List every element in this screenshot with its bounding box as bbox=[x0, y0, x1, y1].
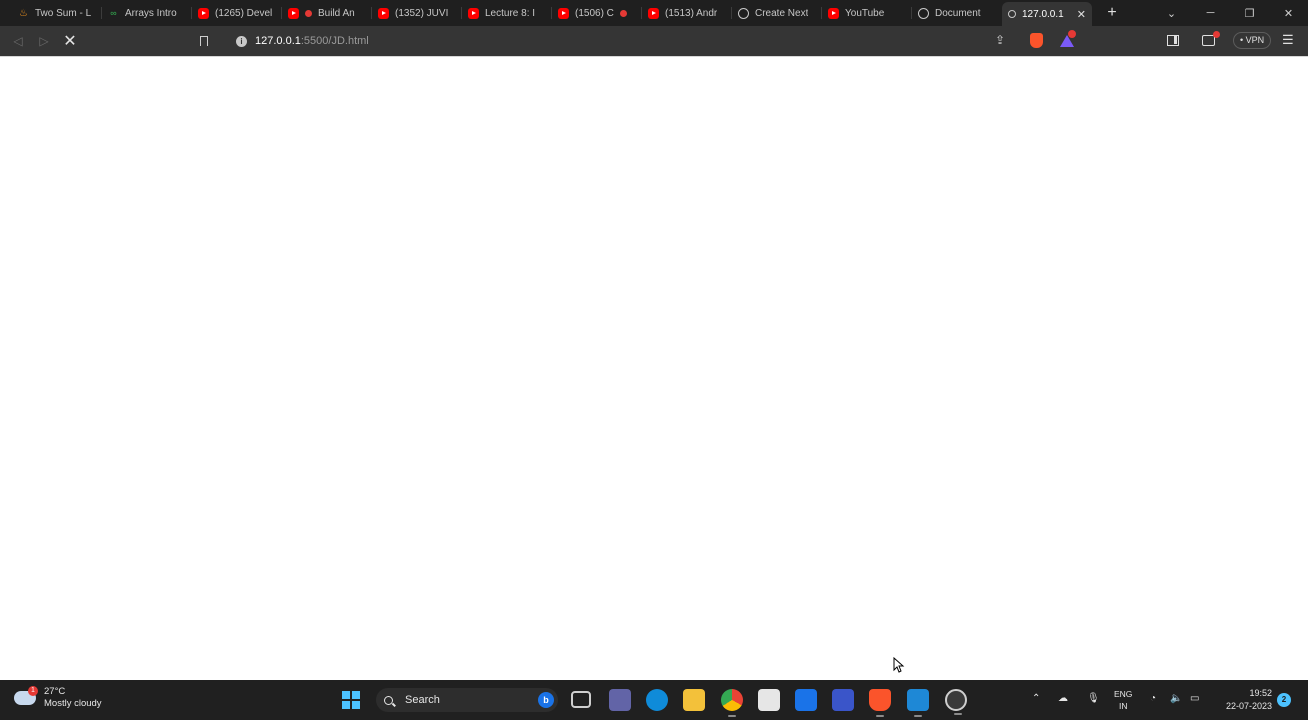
microphone-icon[interactable]: 🎙 bbox=[1087, 693, 1100, 704]
tab-title: Build An bbox=[318, 7, 355, 19]
tab-title: (1506) C bbox=[575, 7, 614, 19]
tab-youtube-1506[interactable]: (1506) C bbox=[552, 2, 642, 24]
clock[interactable]: 19:52 22-07-2023 bbox=[1216, 687, 1272, 713]
stop-loading-button[interactable]: ✕ bbox=[57, 28, 83, 54]
globe-icon bbox=[738, 7, 749, 19]
bing-icon[interactable]: b bbox=[538, 692, 554, 708]
tab-youtube-1265[interactable]: (1265) Devel bbox=[192, 2, 282, 24]
bookmark-button[interactable] bbox=[191, 28, 217, 54]
onedrive-icon[interactable]: ☁ bbox=[1058, 693, 1068, 704]
back-button[interactable]: ◁ bbox=[5, 28, 31, 54]
chrome-icon[interactable] bbox=[721, 689, 743, 717]
youtube-icon bbox=[198, 7, 209, 19]
notepad-icon[interactable] bbox=[832, 689, 854, 711]
vscode-icon[interactable] bbox=[907, 689, 929, 717]
weather-desc: Mostly cloudy bbox=[44, 698, 102, 709]
wallet-badge bbox=[1213, 31, 1220, 38]
search-label: Search bbox=[405, 694, 440, 706]
language-indicator[interactable]: ENG IN bbox=[1114, 688, 1132, 712]
weather-text: 27°C Mostly cloudy bbox=[44, 686, 102, 710]
tab-title: (1352) JUVI bbox=[395, 7, 449, 19]
weather-badge: 1 bbox=[28, 686, 38, 696]
minimize-button[interactable]: ─ bbox=[1191, 7, 1230, 19]
taskbar: 27°C Mostly cloudy 1 Search b ⌃ ☁ 🎙 ENG … bbox=[0, 680, 1308, 720]
sidebar-toggle-icon[interactable] bbox=[1167, 35, 1179, 46]
tab-two-sum[interactable]: ♨ Two Sum - L bbox=[12, 2, 102, 24]
tab-strip: ♨ Two Sum - L ∞ Arrays Intro (1265) Deve… bbox=[0, 0, 1308, 26]
tab-youtube-build[interactable]: Build An bbox=[282, 2, 372, 24]
close-window-button[interactable]: ✕ bbox=[1269, 7, 1308, 20]
teams-chat-icon[interactable] bbox=[609, 689, 631, 711]
tab-title: Document bbox=[935, 7, 981, 19]
globe-icon bbox=[918, 7, 929, 19]
lang-line1: ENG bbox=[1114, 689, 1133, 699]
mail-icon[interactable] bbox=[795, 689, 817, 711]
notification-badge[interactable]: 2 bbox=[1277, 693, 1291, 707]
forward-button[interactable]: ▷ bbox=[31, 28, 57, 54]
bookmark-icon bbox=[200, 36, 208, 46]
youtube-icon bbox=[288, 7, 299, 19]
tab-title: 127.0.0.1 bbox=[1022, 8, 1064, 20]
restore-button[interactable]: ❐ bbox=[1230, 7, 1269, 20]
clock-date: 22-07-2023 bbox=[1225, 701, 1272, 711]
lang-line2: IN bbox=[1118, 701, 1128, 711]
url-host: 127.0.0.1 bbox=[255, 35, 301, 47]
recording-icon bbox=[305, 9, 312, 17]
file-explorer-icon[interactable] bbox=[683, 689, 705, 711]
recording-icon bbox=[619, 9, 627, 17]
tab-title: (1265) Devel bbox=[215, 7, 273, 19]
tab-title: (1513) Andr bbox=[665, 7, 718, 19]
tab-document[interactable]: Document bbox=[912, 2, 1002, 24]
url-path: :5500/JD.html bbox=[300, 35, 369, 47]
vpn-label: VPN bbox=[1245, 35, 1265, 45]
battery-icon[interactable]: ▭ bbox=[1190, 693, 1199, 704]
menu-icon[interactable]: ☰ bbox=[1282, 32, 1294, 48]
tab-title: Lecture 8: I bbox=[485, 7, 536, 19]
task-view-icon[interactable] bbox=[571, 691, 591, 708]
microsoft-store-icon[interactable] bbox=[758, 689, 780, 711]
tab-search-chevron-icon[interactable]: ⌄ bbox=[1152, 7, 1191, 20]
weather-temp: 27°C bbox=[44, 686, 66, 697]
tab-youtube-lecture[interactable]: Lecture 8: I bbox=[462, 2, 552, 24]
brave-browser-icon[interactable] bbox=[869, 689, 891, 717]
close-tab-icon[interactable]: ✕ bbox=[1077, 8, 1086, 21]
volume-icon[interactable]: 🔈 bbox=[1170, 693, 1182, 704]
search-icon bbox=[384, 695, 393, 705]
rewards-badge bbox=[1068, 30, 1076, 38]
tab-localhost-active[interactable]: 127.0.0.1 ✕ bbox=[1002, 2, 1092, 26]
brave-shields-icon[interactable] bbox=[1030, 33, 1043, 48]
tab-arrays-intro[interactable]: ∞ Arrays Intro bbox=[102, 2, 192, 24]
youtube-icon bbox=[648, 7, 659, 19]
site-info-icon[interactable]: i bbox=[236, 35, 247, 47]
edge-icon[interactable] bbox=[646, 689, 668, 711]
address-bar[interactable]: i 127.0.0.1 :5500/JD.html bbox=[230, 29, 1052, 53]
youtube-icon bbox=[828, 7, 839, 19]
window-controls: ⌄ ─ ❐ ✕ bbox=[1152, 0, 1308, 26]
obs-icon[interactable] bbox=[945, 689, 967, 715]
youtube-icon bbox=[468, 7, 479, 19]
tab-youtube-1513[interactable]: (1513) Andr bbox=[642, 2, 732, 24]
tab-title: Create Next bbox=[755, 7, 809, 19]
globe-icon bbox=[1008, 10, 1016, 18]
new-tab-button[interactable]: + bbox=[1100, 4, 1124, 22]
vpn-button[interactable]: • VPN bbox=[1233, 32, 1272, 49]
windows-start-icon[interactable] bbox=[342, 691, 360, 709]
browser-toolbar: ◁ ▷ ✕ i 127.0.0.1 :5500/JD.html ⇪ • VPN … bbox=[0, 26, 1308, 56]
taskbar-search[interactable]: Search b bbox=[376, 688, 558, 712]
tab-title: YouTube bbox=[845, 7, 885, 19]
tab-title: Arrays Intro bbox=[125, 7, 177, 19]
share-icon[interactable]: ⇪ bbox=[995, 33, 1005, 47]
tab-youtube-1352[interactable]: (1352) JUVI bbox=[372, 2, 462, 24]
tab-title: Two Sum - L bbox=[35, 7, 92, 19]
show-hidden-icons-chevron[interactable]: ⌃ bbox=[1032, 693, 1040, 704]
clock-time: 19:52 bbox=[1249, 688, 1272, 698]
java-icon: ♨ bbox=[19, 7, 28, 19]
tab-create-next[interactable]: Create Next bbox=[732, 2, 822, 24]
youtube-icon bbox=[558, 7, 569, 19]
tab-youtube[interactable]: YouTube bbox=[822, 2, 912, 24]
wifi-icon[interactable]: ◔ bbox=[1150, 693, 1156, 704]
youtube-icon bbox=[378, 7, 389, 19]
page-content[interactable] bbox=[0, 56, 1308, 680]
gfg-icon: ∞ bbox=[110, 7, 117, 18]
